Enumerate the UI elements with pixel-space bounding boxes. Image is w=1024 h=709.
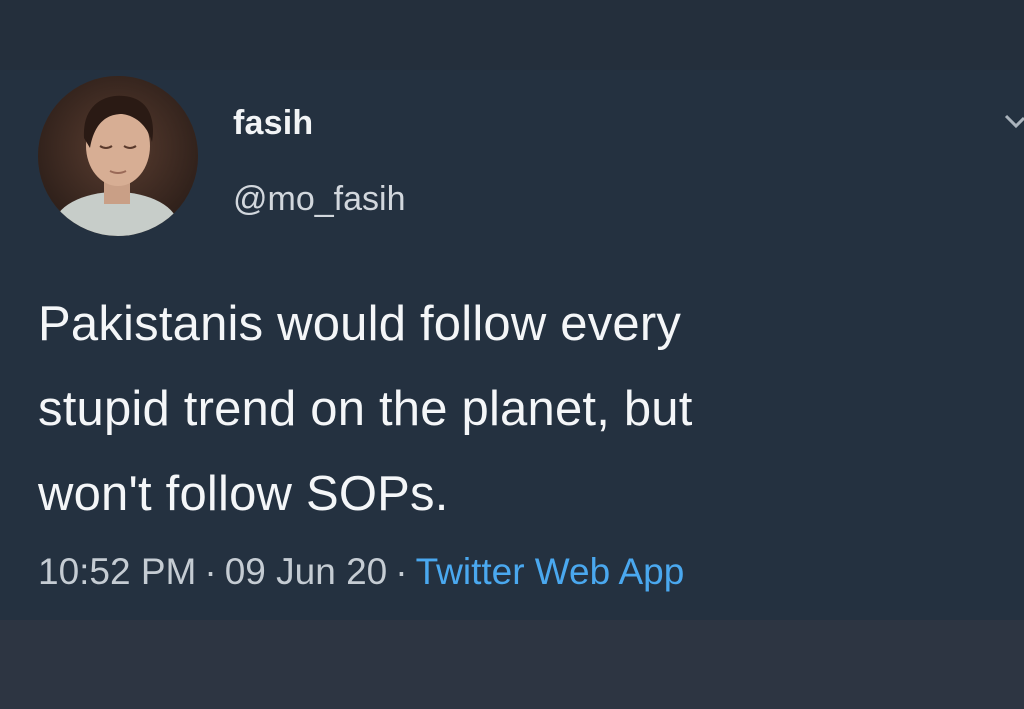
tweet-date[interactable]: 09 Jun 20: [225, 551, 388, 592]
tweet-metadata: 10:52 PM · 09 Jun 20 · Twitter Web App: [38, 551, 684, 593]
user-handle[interactable]: @mo_fasih: [233, 180, 405, 219]
tweet-time[interactable]: 10:52 PM: [38, 551, 196, 592]
tweet-text: Pakistanis would follow every stupid tre…: [38, 297, 693, 521]
display-name[interactable]: fasih: [233, 104, 313, 143]
top-bar: [0, 0, 1024, 70]
meta-separator: ·: [395, 551, 408, 592]
avatar[interactable]: [38, 76, 198, 236]
avatar-image: [38, 76, 198, 236]
tweet-source-link[interactable]: Twitter Web App: [416, 551, 685, 592]
meta-separator: ·: [204, 551, 217, 592]
chevron-down-icon[interactable]: [1004, 110, 1024, 136]
tweet-screenshot: fasih @mo_fasih Pakistanis would follow …: [0, 0, 1024, 709]
